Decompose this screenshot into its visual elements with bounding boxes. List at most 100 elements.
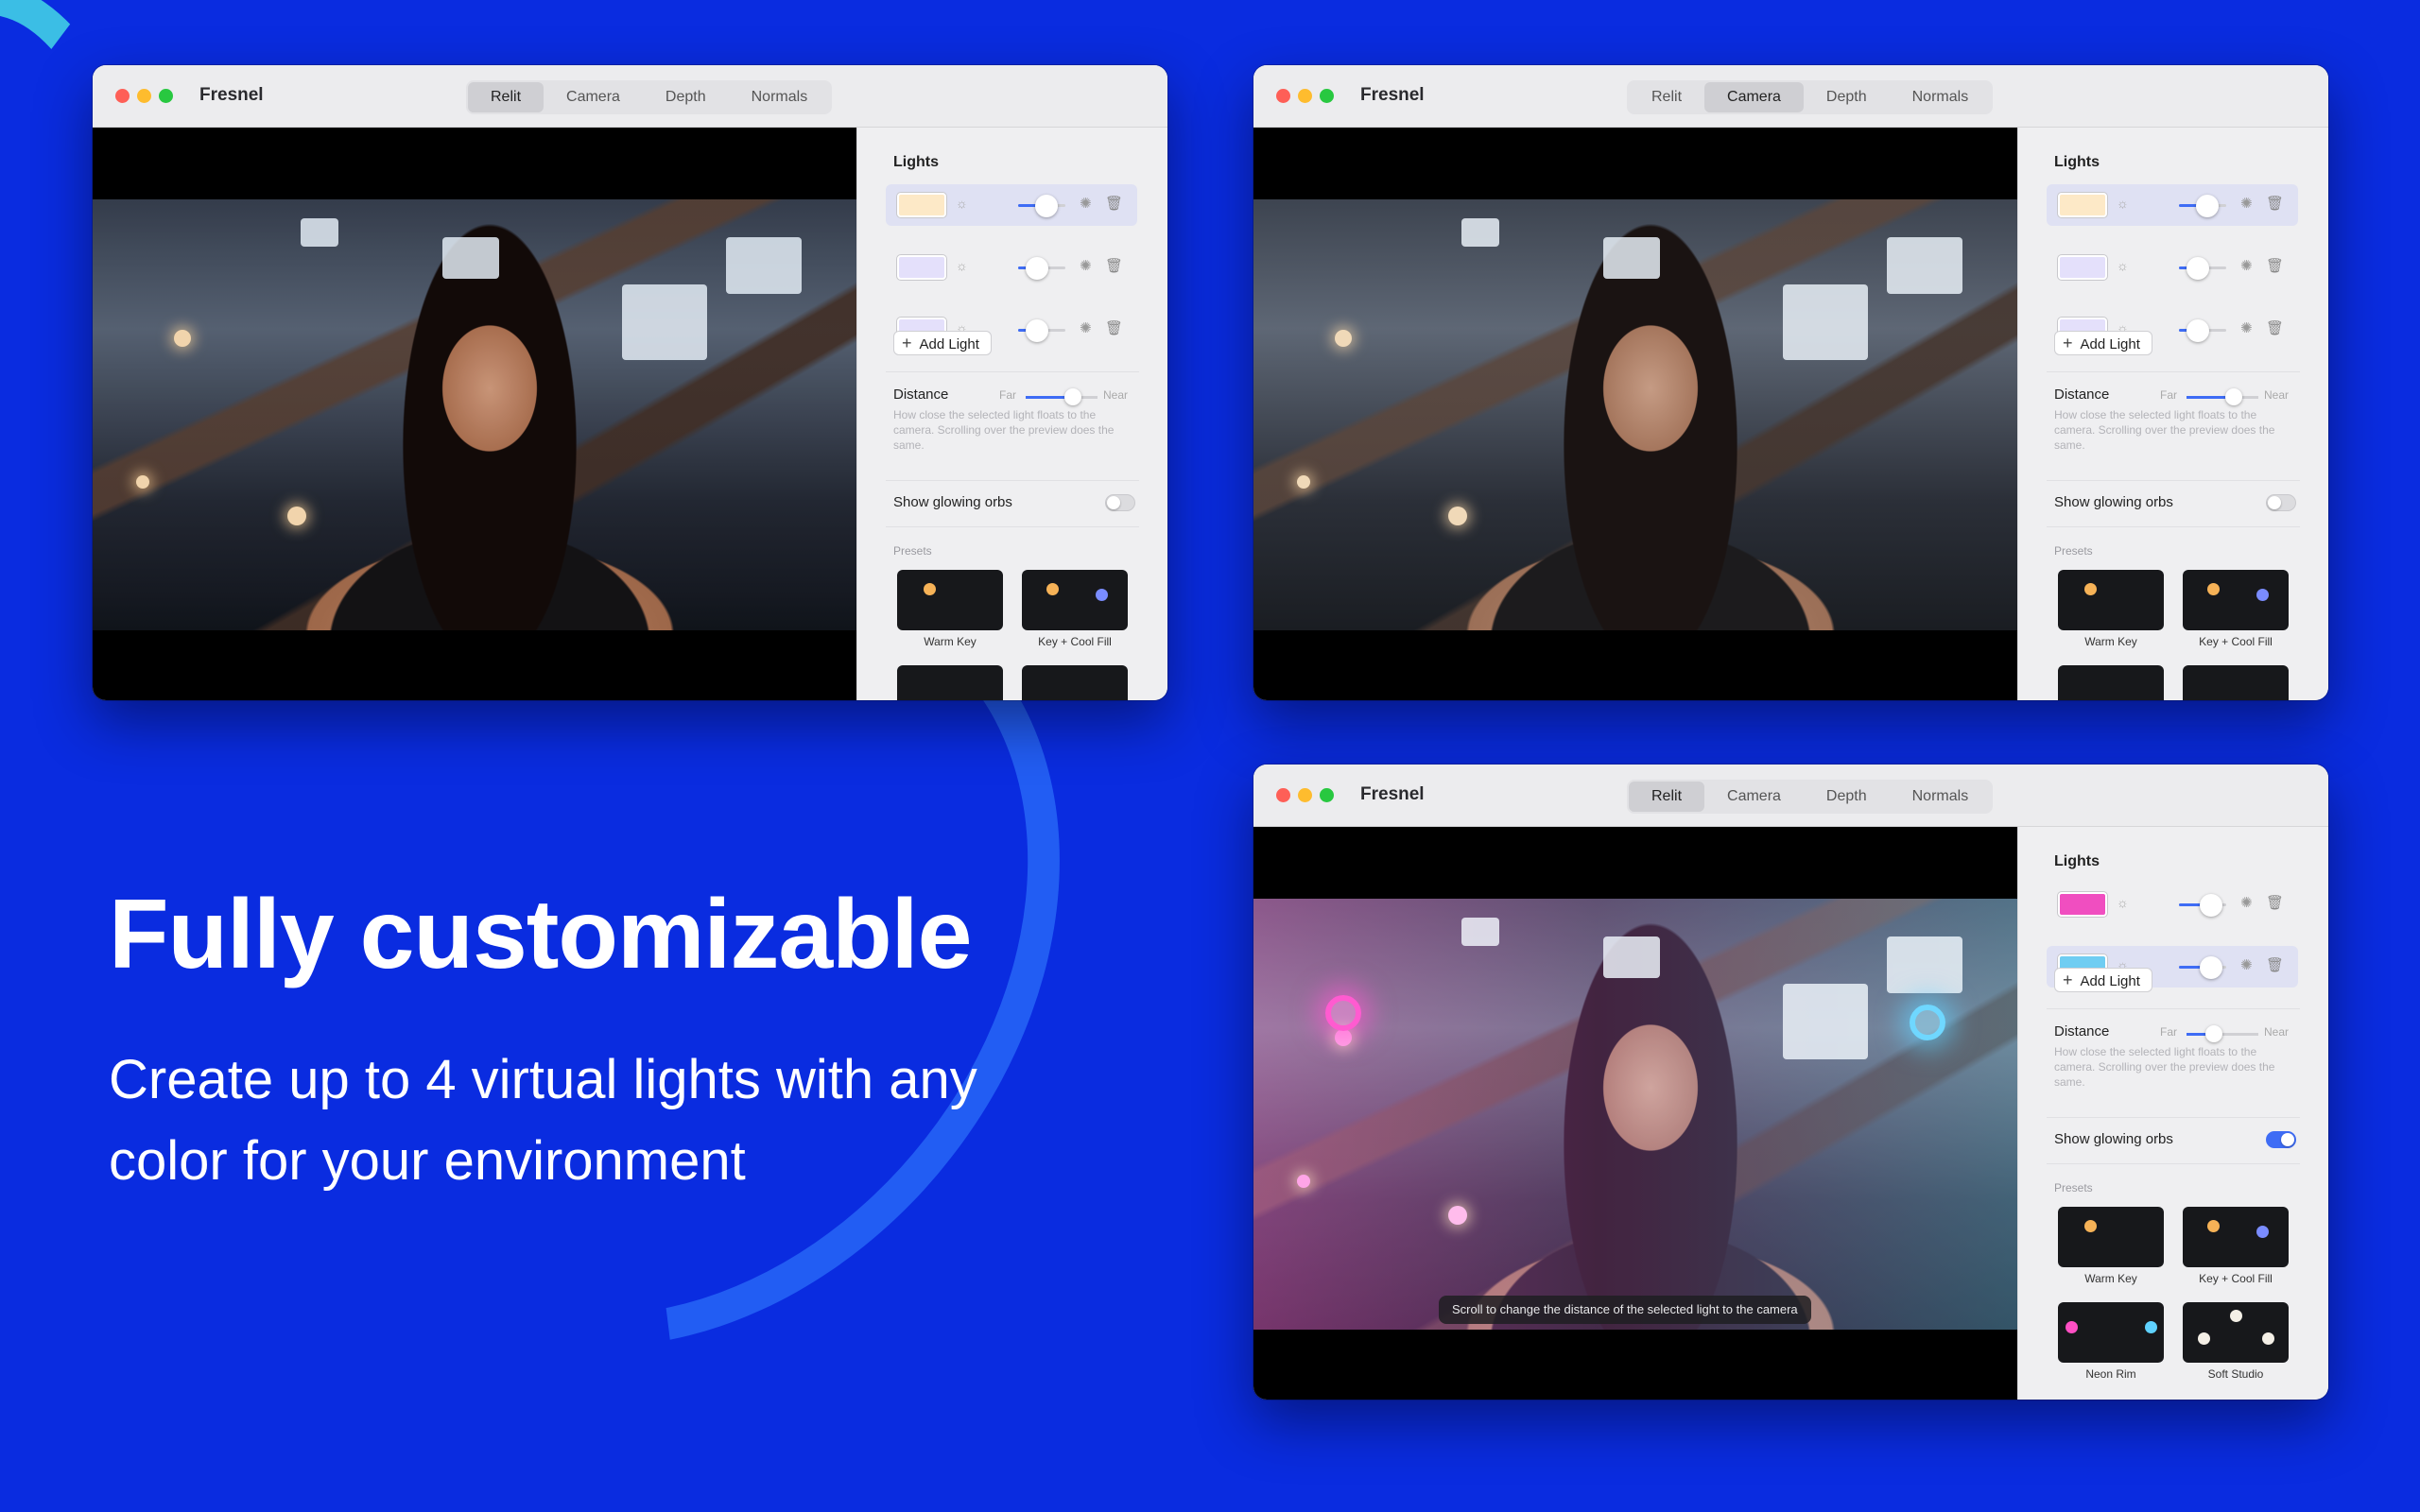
minimize-button[interactable] [1298,788,1312,802]
add-light-button[interactable]: + Add Light [2054,968,2152,992]
app-window-neon: Fresnel Relit Camera Depth Normals Scrol… [1253,765,2328,1400]
dim-icon: ☼ [2117,196,2129,211]
preview-area[interactable] [93,128,856,700]
preset-warm-key[interactable]: Warm Key [897,570,1003,648]
bright-icon: ✺ [2240,895,2253,911]
intensity-slider[interactable] [1018,319,1065,342]
lights-panel: Lights ☼ ✺ 🗑 ☼ ✺ 🗑 ☼ ✺ 🗑 + Add Light Dis… [2017,128,2328,700]
light-color-swatch[interactable] [897,255,946,280]
minimize-button[interactable] [1298,89,1312,103]
show-orbs-toggle[interactable] [2266,494,2296,511]
light-row[interactable]: ☼ ✺ 🗑 [2047,184,2298,226]
tab-relit[interactable]: Relit [1629,82,1704,112]
tab-relit[interactable]: Relit [468,82,544,112]
light-color-swatch[interactable] [2058,892,2107,917]
trash-icon[interactable]: 🗑 [1105,319,1123,336]
zoom-button[interactable] [159,89,173,103]
tab-depth[interactable]: Depth [1804,782,1890,812]
bright-icon: ✺ [1080,258,1092,274]
app-window-camera: Fresnel Relit Camera Depth Normals Light… [1253,65,2328,700]
light-row[interactable]: ☼ ✺ 🗑 [886,247,1137,288]
close-button[interactable] [115,89,130,103]
trash-icon[interactable]: 🗑 [2266,319,2284,336]
preset-warm-key[interactable]: Warm Key [2058,1207,2164,1285]
add-light-button[interactable]: + Add Light [893,331,992,355]
tab-normals[interactable]: Normals [1890,82,1992,112]
preview-photo [1253,899,2017,1330]
zoom-button[interactable] [1320,89,1334,103]
trash-icon[interactable]: 🗑 [2266,894,2284,911]
tab-depth[interactable]: Depth [643,82,729,112]
bright-icon: ✺ [1080,320,1092,336]
lights-title: Lights [2054,853,2100,869]
distance-slider[interactable] [2187,1025,2258,1042]
tab-normals[interactable]: Normals [1890,782,1992,812]
light-row[interactable]: ☼ ✺ 🗑 [2047,247,2298,288]
bright-icon: ✺ [2240,196,2253,212]
preset-warm-key[interactable]: Warm Key [2058,570,2164,648]
light-color-swatch[interactable] [897,193,946,217]
preset-soft-studio[interactable]: Soft Studio [2183,1302,2289,1381]
trash-icon[interactable]: 🗑 [2266,257,2284,274]
trash-icon[interactable]: 🗑 [1105,257,1123,274]
intensity-slider[interactable] [2179,894,2226,917]
distance-description: How close the selected light floats to t… [2054,408,2275,452]
show-orbs-toggle[interactable] [1105,494,1135,511]
light-color-swatch[interactable] [2058,255,2107,280]
tab-normals[interactable]: Normals [729,82,831,112]
close-button[interactable] [1276,89,1290,103]
near-label: Near [2264,1025,2290,1039]
distance-control: Distance Far Near How close the selected… [2054,387,2300,453]
lights-title: Lights [893,154,939,170]
tab-camera[interactable]: Camera [1704,782,1804,812]
preview-photo [1253,199,2017,630]
show-orbs-toggle[interactable] [2266,1131,2296,1148]
preset-soft-studio[interactable] [2183,665,2289,700]
plus-icon: + [2063,971,2073,989]
tab-camera[interactable]: Camera [1704,82,1804,112]
light-color-swatch[interactable] [2058,193,2107,217]
trash-icon[interactable]: 🗑 [2266,195,2284,212]
bright-icon: ✺ [1080,196,1092,212]
pink-light-orb[interactable] [1325,995,1361,1031]
minimize-button[interactable] [137,89,151,103]
intensity-slider[interactable] [2179,319,2226,342]
intensity-slider[interactable] [2179,257,2226,280]
distance-slider[interactable] [1026,388,1098,405]
preview-area[interactable] [1253,128,2017,700]
trash-icon[interactable]: 🗑 [1105,195,1123,212]
cyan-light-orb[interactable] [1910,1005,1945,1040]
tab-relit[interactable]: Relit [1629,782,1705,812]
plus-icon: + [2063,334,2073,352]
intensity-slider[interactable] [1018,195,1065,217]
bright-icon: ✺ [2240,320,2253,336]
app-title: Fresnel [1360,85,1425,105]
bright-icon: ✺ [2240,957,2253,973]
preset-soft-studio[interactable] [1022,665,1128,700]
light-row[interactable]: ☼ ✺ 🗑 [886,184,1137,226]
preset-neon-rim[interactable]: Neon Rim [2058,1302,2164,1381]
preset-key-cool-fill[interactable]: Key + Cool Fill [1022,570,1128,648]
lights-panel: Lights ☼ ✺ 🗑 ☼ ✺ 🗑 + Add Light Distance F… [2017,827,2328,1400]
tab-depth[interactable]: Depth [1804,82,1890,112]
close-button[interactable] [1276,788,1290,802]
intensity-slider[interactable] [2179,956,2226,979]
preset-neon-rim[interactable] [897,665,1003,700]
preset-key-cool-fill[interactable]: Key + Cool Fill [2183,570,2289,648]
intensity-slider[interactable] [2179,195,2226,217]
show-orbs-row: Show glowing orbs [2054,494,2296,511]
trash-icon[interactable]: 🗑 [2266,956,2284,973]
add-light-button[interactable]: + Add Light [2054,331,2152,355]
dim-icon: ☼ [956,196,968,211]
preview-area[interactable]: Scroll to change the distance of the sel… [1253,827,2017,1400]
preset-key-cool-fill[interactable]: Key + Cool Fill [2183,1207,2289,1285]
app-title: Fresnel [1360,784,1425,804]
preset-neon-rim[interactable] [2058,665,2164,700]
zoom-button[interactable] [1320,788,1334,802]
light-row[interactable]: ☼ ✺ 🗑 [2047,884,2298,925]
tab-camera[interactable]: Camera [544,82,643,112]
distance-slider[interactable] [2187,388,2258,405]
bright-icon: ✺ [2240,258,2253,274]
distance-label: Distance [2054,387,2110,403]
intensity-slider[interactable] [1018,257,1065,280]
